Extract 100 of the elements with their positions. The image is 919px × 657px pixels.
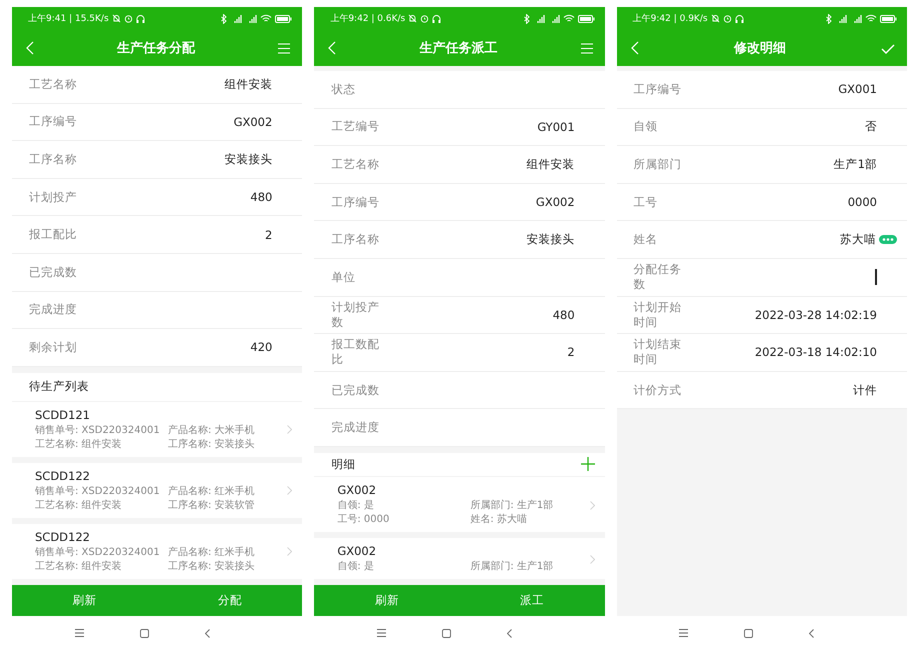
headphones-icon [136,14,145,23]
chevron-right-icon [287,486,292,496]
battery-icon [880,14,897,22]
muted-icon [710,14,720,23]
card-detail: 姓名: 苏大喵 [470,513,527,527]
field-label: 计价方式 [634,382,682,398]
card-detail: 所属部门: 生产1部 [470,499,554,513]
check-icon[interactable] [880,44,895,54]
field-label: 完成进度 [331,420,380,436]
field-label: 工序编号 [331,194,380,210]
field-label: 已完成数 [29,264,77,280]
home-icon[interactable] [442,628,451,638]
card-title: SCDD122 [35,530,91,544]
field-value: 2022-03-28 14:02:19 [754,308,877,322]
field-label: 单位 [331,270,356,285]
field-value: 生产1部 [834,156,877,172]
status-time: 上午9:42 | 0.6K/s [330,12,406,25]
field-label: 工序编号 [29,114,77,130]
bluetooth-icon [826,14,832,24]
card-detail: 销售单号: XSD220324001 [35,546,161,560]
headphones-icon [734,14,744,23]
list-card[interactable]: SCDD122 销售单号: XSD220324001 产品名称: 红米手机 工艺名称: 组件安装 工序名称: 安装软管 [12,462,302,518]
field-label: 计划投产数 [331,300,380,330]
card-detail: 产品名称: 红米手机 [168,484,255,499]
field-value: GX001 [838,82,877,96]
card-detail: 工艺名称: 组件安装 [35,498,123,513]
card-title: SCDD122 [35,468,91,483]
card-detail: 产品名称: 红米手机 [168,546,255,560]
card-detail: 工序名称: 安装接头 [168,560,255,574]
field-label: 完成进度 [29,302,77,318]
card-title: GX002 [337,483,378,497]
home-icon[interactable] [744,628,754,638]
field-label: 计划开始时间 [634,300,682,330]
field-label: 报工数配比 [331,337,380,368]
bluetooth-icon [221,14,228,24]
field-label: 工艺名称 [29,76,77,92]
screen-title: 修改明细 [732,40,787,57]
muted-icon [408,14,418,23]
field-label: 自领 [634,119,659,134]
field-value: 计件 [852,382,877,398]
field-label: 分配任务数 [634,262,682,292]
field-label: 工艺编号 [331,119,380,134]
field-label: 计划投产 [29,190,77,205]
back-icon[interactable] [506,628,512,638]
field-value: 0000 [848,195,877,210]
list-card[interactable]: SCDD121 销售单号: XSD220324001 产品名称: 大米手机 工艺名称: 组件安装 工序名称: 安装接头 [12,402,302,457]
field-value: 480 [250,190,272,204]
card-detail: 自领: 是 [337,499,375,513]
wifi-icon [864,14,877,23]
field-value: GY001 [537,120,575,134]
list-card[interactable]: GX002 自领: 是 所属部门: 生产1部 [314,538,605,579]
screen-title: 生产任务派工 [418,40,498,57]
card-title: SCDD121 [35,408,91,422]
card-detail: 工艺名称: 组件安装 [35,438,123,452]
menu-icon[interactable] [376,629,386,637]
alarm-icon [722,14,732,23]
card-detail: 工序名称: 安装接头 [168,438,255,452]
field-label: 计划结束时间 [634,337,682,368]
chevron-right-icon [287,547,292,556]
back-icon[interactable] [809,628,814,638]
section-title: 待生产列表 [29,379,89,394]
chevron-right-icon [287,425,292,434]
wifi-icon [260,14,272,23]
field-label: 已完成数 [331,382,380,398]
home-icon[interactable] [140,628,149,638]
field-label: 工序名称 [29,152,77,167]
field-value: 苏大喵 [840,232,876,248]
battery-icon [275,14,292,22]
field-label: 工序编号 [634,82,682,97]
field-value: 2022-03-18 14:02:10 [754,345,877,360]
card-title: GX002 [337,544,378,558]
chevron-right-icon [590,554,595,564]
status-time: 上午9:42 | 0.9K/s [632,12,708,25]
add-icon[interactable] [580,457,595,472]
list-card[interactable]: SCDD122 销售单号: XSD220324001 产品名称: 红米手机 工艺名称: 组件安装 工序名称: 安装接头 [12,524,302,579]
wifi-icon [562,14,575,23]
field-value: 组件安装 [224,76,272,92]
field-label: 工艺名称 [331,156,380,172]
field-value: GX002 [234,114,272,129]
card-detail: 销售单号: XSD220324001 [35,484,161,499]
alarm-icon [124,14,133,23]
list-card[interactable]: GX002 自领: 是 所属部门: 生产1部 工号: 0000 姓名: 苏大喵 [314,477,605,532]
field-value: 420 [250,340,272,354]
field-value: 安装接头 [224,152,272,167]
screen-title: 生产任务分配 [116,40,196,57]
alarm-icon [420,14,430,23]
menu-icon[interactable] [679,629,688,637]
field-value: 组件安装 [526,156,575,172]
field-value: 否 [864,119,877,134]
menu-icon[interactable] [74,629,84,637]
field-value: 安装接头 [526,232,575,248]
card-detail: 所属部门: 生产1部 [470,560,554,574]
field-label: 状态 [331,82,356,97]
battery-icon [578,14,595,22]
back-icon[interactable] [204,628,210,638]
card-detail: 工艺名称: 组件安装 [35,560,123,574]
field-label: 报工配比 [29,227,77,242]
field-label: 剩余计划 [29,340,77,355]
field-label: 姓名 [634,232,659,248]
headphones-icon [432,14,442,23]
